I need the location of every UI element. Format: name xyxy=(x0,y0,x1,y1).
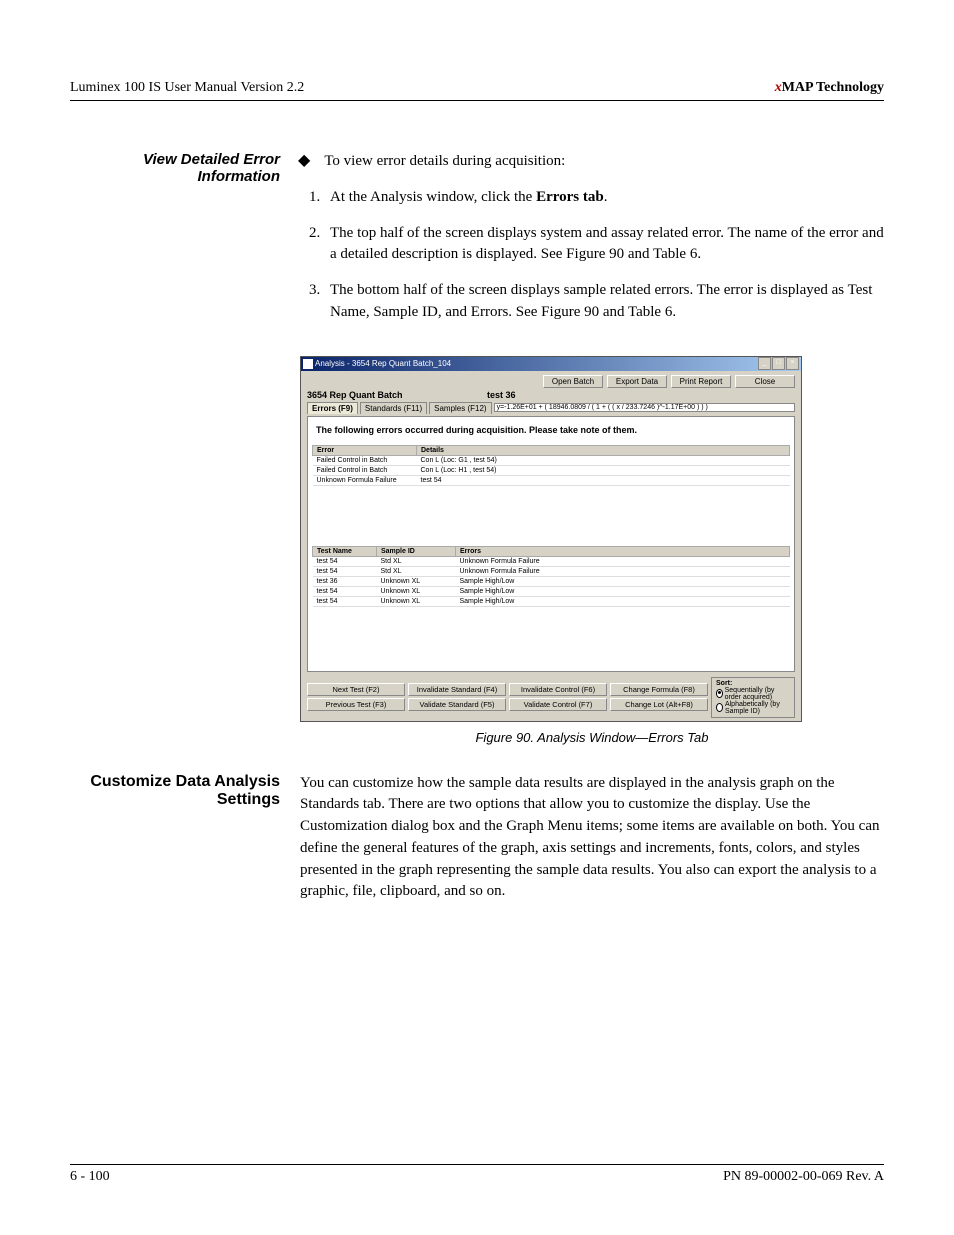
col-errors: Errors xyxy=(456,546,790,556)
sort-alphabetical-radio[interactable]: Alphabetically (by Sample ID) xyxy=(716,701,790,715)
col-testname: Test Name xyxy=(313,546,377,556)
table-row: Failed Control in BatchCon L (Loc: G1 , … xyxy=(313,455,790,465)
figure-caption: Figure 90. Analysis Window—Errors Tab xyxy=(300,730,884,745)
titlebar: Analysis - 3654 Rep Quant Batch_104 _ □ … xyxy=(301,357,801,371)
col-error: Error xyxy=(313,445,417,455)
batch-name-label: 3654 Rep Quant Batch xyxy=(307,390,487,400)
tab-samples[interactable]: Samples (F12) xyxy=(429,402,491,414)
system-error-table: Error Details Failed Control in BatchCon… xyxy=(312,445,790,486)
table-row: Failed Control in BatchCon L (Loc: H1 , … xyxy=(313,465,790,475)
window-title: Analysis - 3654 Rep Quant Batch_104 xyxy=(315,359,451,368)
sort-group: Sort: Sequentially (by order acquired) A… xyxy=(711,677,795,718)
table-row: test 54Std XLUnknown Formula Failure xyxy=(313,566,790,576)
validate-standard-button[interactable]: Validate Standard (F5) xyxy=(408,698,506,711)
close-button[interactable]: Close xyxy=(735,375,795,388)
page-footer: 6 - 100 PN 89-00002-00-069 Rev. A xyxy=(70,1164,884,1185)
diamond-bullet-icon: ◆ xyxy=(298,151,310,173)
app-icon xyxy=(303,359,313,369)
intro-text: To view error details during acquisition… xyxy=(324,151,565,173)
table-row: test 54Unknown XLSample High/Low xyxy=(313,586,790,596)
steps-list: At the Analysis window, click the Errors… xyxy=(300,187,884,324)
test-name-label: test 36 xyxy=(487,390,516,400)
part-number: PN 89-00002-00-069 Rev. A xyxy=(723,1169,884,1185)
error-heading: The following errors occurred during acq… xyxy=(316,425,790,435)
change-formula-button[interactable]: Change Formula (F8) xyxy=(610,683,708,696)
table-row: test 54Std XLUnknown Formula Failure xyxy=(313,556,790,566)
step-2: The top half of the screen displays syst… xyxy=(324,223,884,267)
previous-test-button[interactable]: Previous Test (F3) xyxy=(307,698,405,711)
col-details: Details xyxy=(417,445,790,455)
close-icon[interactable]: × xyxy=(786,357,799,370)
open-batch-button[interactable]: Open Batch xyxy=(543,375,603,388)
formula-field[interactable]: y=-1.26E+01 + ( 18946.0809 / ( 1 + ( ( x… xyxy=(494,403,795,412)
next-test-button[interactable]: Next Test (F2) xyxy=(307,683,405,696)
invalidate-control-button[interactable]: Invalidate Control (F6) xyxy=(509,683,607,696)
table-row: test 54Unknown XLSample High/Low xyxy=(313,596,790,606)
col-sampleid: Sample ID xyxy=(377,546,456,556)
tab-errors[interactable]: Errors (F9) xyxy=(307,402,358,414)
invalidate-standard-button[interactable]: Invalidate Standard (F4) xyxy=(408,683,506,696)
export-data-button[interactable]: Export Data xyxy=(607,375,667,388)
sample-error-table: Test Name Sample ID Errors test 54Std XL… xyxy=(312,546,790,607)
section-heading-customize: Customize Data Analysis Settings xyxy=(70,773,300,904)
sort-legend: Sort: xyxy=(716,680,790,687)
section-heading-view-errors: View Detailed Error Information xyxy=(70,151,300,338)
minimize-icon[interactable]: _ xyxy=(758,357,771,370)
validate-control-button[interactable]: Validate Control (F7) xyxy=(509,698,607,711)
table-row: Unknown Formula Failuretest 54 xyxy=(313,475,790,485)
step-3: The bottom half of the screen displays s… xyxy=(324,280,884,324)
maximize-icon[interactable]: □ xyxy=(772,357,785,370)
step-1: At the Analysis window, click the Errors… xyxy=(324,187,884,209)
analysis-window: Analysis - 3654 Rep Quant Batch_104 _ □ … xyxy=(300,356,802,722)
change-lot-button[interactable]: Change Lot (Alt+F8) xyxy=(610,698,708,711)
tab-standards[interactable]: Standards (F11) xyxy=(360,402,427,414)
table-row: test 36Unknown XLSample High/Low xyxy=(313,576,790,586)
section2-body: You can customize how the sample data re… xyxy=(300,773,884,904)
header-right: xMAP Technology xyxy=(775,80,884,96)
print-report-button[interactable]: Print Report xyxy=(671,375,731,388)
page-header: Luminex 100 IS User Manual Version 2.2 x… xyxy=(70,80,884,101)
sort-sequential-radio[interactable]: Sequentially (by order acquired) xyxy=(716,687,790,701)
page-number: 6 - 100 xyxy=(70,1169,110,1185)
header-left: Luminex 100 IS User Manual Version 2.2 xyxy=(70,80,304,96)
